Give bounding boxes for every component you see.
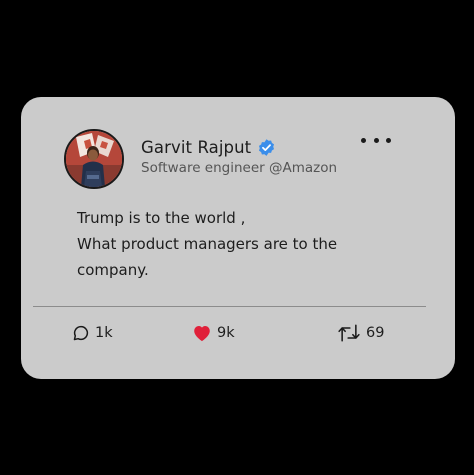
post-text-line: What product managers are to the — [77, 235, 338, 253]
post-text-line: Trump is to the world , — [77, 209, 246, 227]
retweet-icon — [338, 324, 360, 342]
retweet-button[interactable]: 69 — [337, 321, 384, 345]
divider — [33, 306, 426, 307]
like-button[interactable]: 9k — [192, 321, 235, 345]
like-count: 9k — [217, 325, 235, 341]
more-dot — [386, 137, 391, 143]
author-subtitle: Software engineer @Amazon — [141, 160, 338, 176]
avatar[interactable] — [64, 129, 124, 189]
post-text: Trump is to the world , What product man… — [77, 205, 437, 283]
comment-button[interactable]: 1k — [72, 321, 113, 345]
more-horizontal-icon[interactable] — [361, 135, 391, 145]
verified-badge-icon — [257, 138, 276, 157]
heart-icon — [194, 326, 210, 342]
post-card: Garvit Rajput Software engineer @Amazon … — [21, 97, 455, 379]
more-dot — [373, 137, 379, 143]
author-row: Garvit Rajput — [141, 136, 276, 158]
retweet-count: 69 — [366, 325, 385, 341]
more-dot — [361, 137, 366, 143]
author-name[interactable]: Garvit Rajput — [141, 138, 251, 157]
post-text-line: company. — [77, 261, 149, 279]
comment-count: 1k — [95, 325, 113, 341]
comment-icon — [73, 325, 89, 341]
profile-photo — [66, 131, 122, 187]
